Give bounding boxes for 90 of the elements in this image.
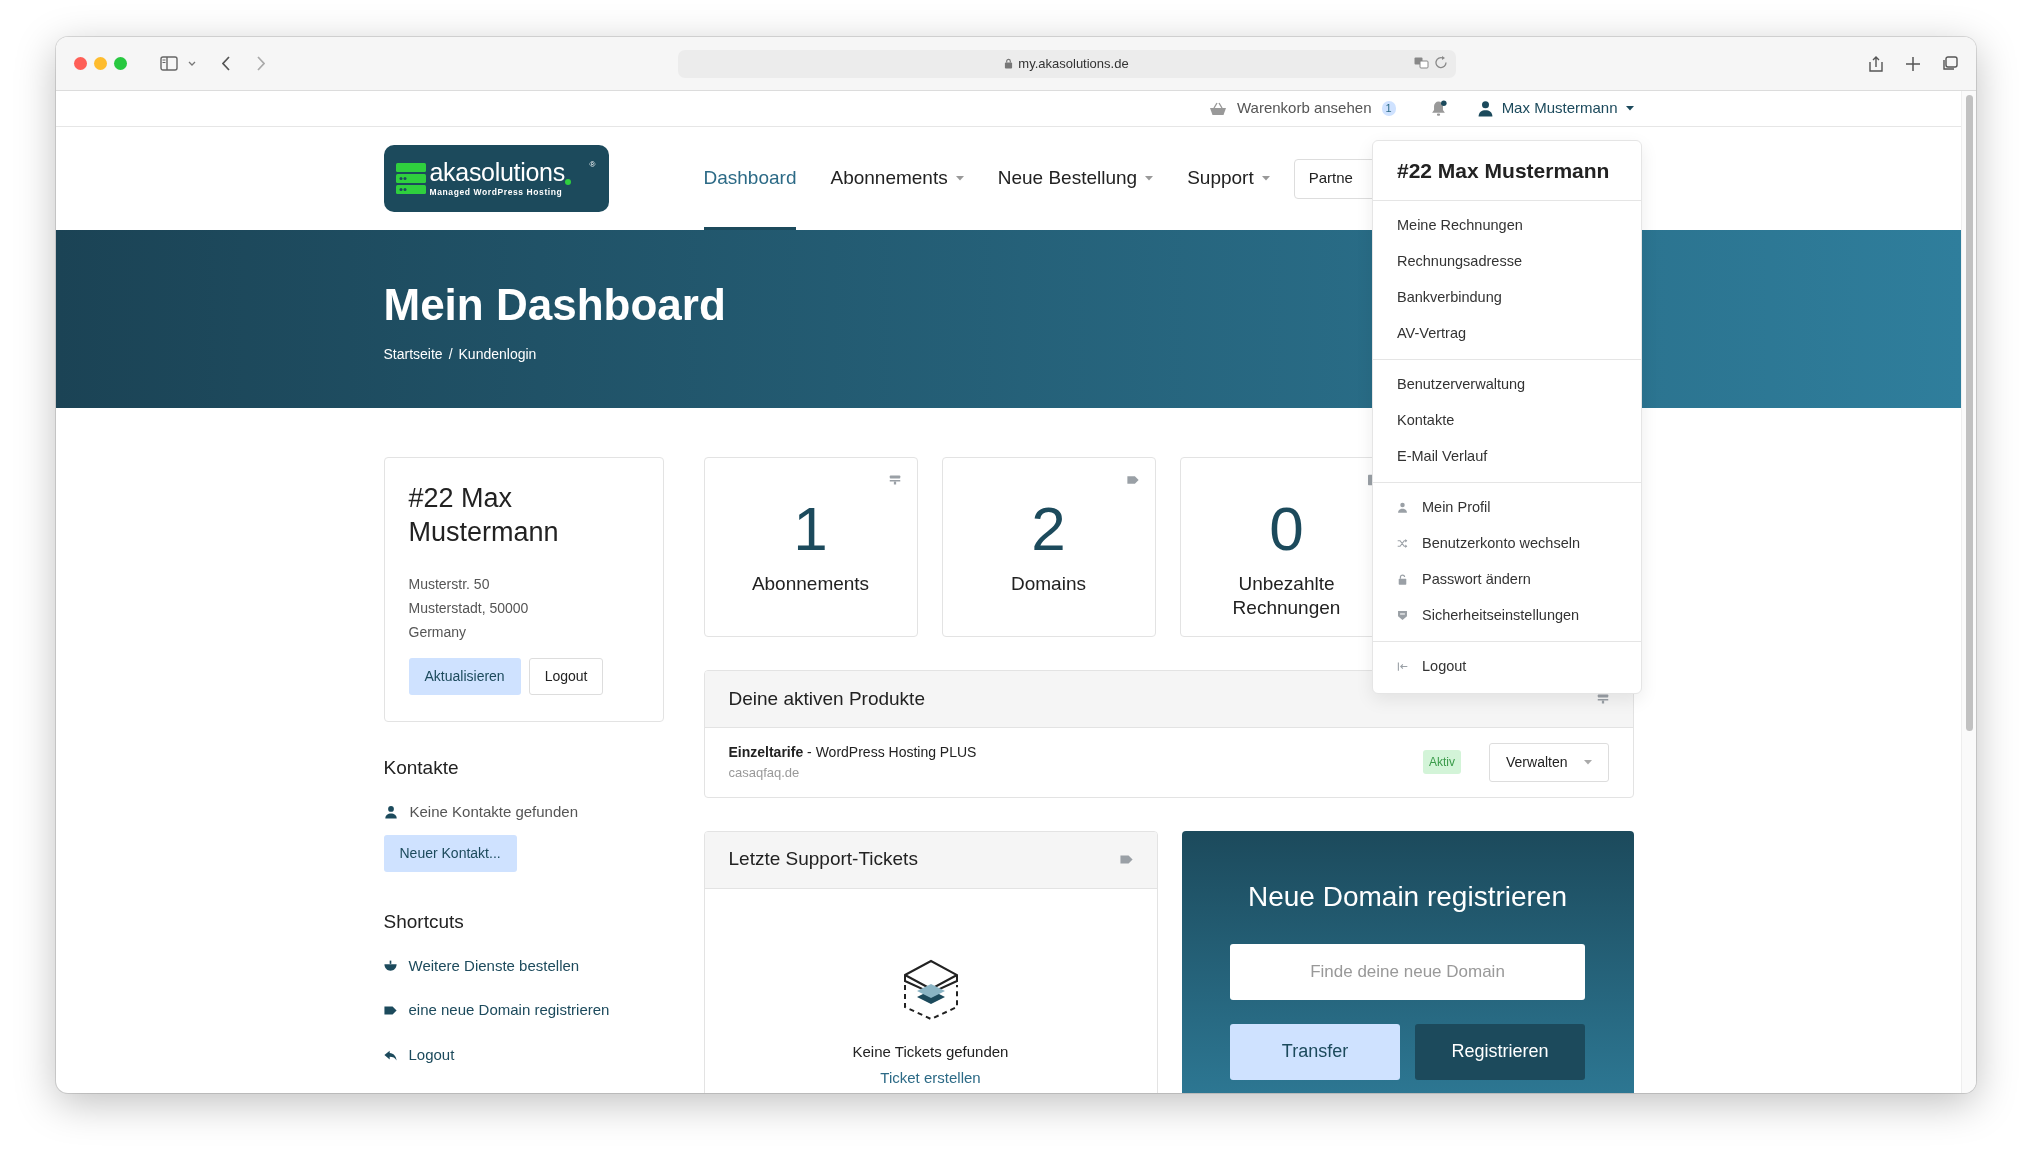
shortcut-link[interactable]: Weitere Dienste bestellen <box>383 954 580 977</box>
menu-item[interactable]: Benutzerverwaltung <box>1373 366 1641 403</box>
product-domain: casaqfaq.de <box>728 764 801 782</box>
server-icon <box>1596 693 1609 705</box>
logo-wordmark: akasolutions <box>429 160 565 186</box>
address-line: Musterstr. 50 <box>408 574 491 594</box>
stat-label: Domains <box>1010 572 1087 596</box>
back-icon[interactable] <box>222 56 230 71</box>
page-title: Mein Dashboard <box>383 281 726 330</box>
new-contact-button[interactable]: Neuer Kontakt... <box>383 835 517 872</box>
chevron-icon[interactable] <box>188 61 196 66</box>
address-bar[interactable]: my.akasolutions.de <box>677 49 1456 78</box>
basket-icon <box>1208 101 1227 116</box>
bell-icon[interactable] <box>1429 100 1447 117</box>
domain-title: Neue Domain registrieren <box>1247 879 1567 914</box>
breadcrumb-separator: / <box>448 344 453 364</box>
user-icon <box>1476 100 1494 117</box>
address-line: Germany <box>408 622 468 642</box>
breadcrumb-link[interactable]: Kundenlogin <box>458 343 537 365</box>
sidebar-icon[interactable] <box>160 55 178 72</box>
reload-icon[interactable] <box>1434 55 1448 69</box>
user-menu-toggle[interactable]: Max Mustermann <box>1476 97 1634 120</box>
shortcut-link[interactable]: Logout <box>383 1044 455 1067</box>
address-line: Musterstadt, 50000 <box>408 598 530 618</box>
tabs-overview-icon[interactable] <box>1942 56 1958 71</box>
menu-title: #22 Max Mustermann <box>1373 141 1641 201</box>
caret-icon <box>1583 759 1592 765</box>
lock-icon <box>1004 58 1014 69</box>
menu-item[interactable]: Meine Rechnungen <box>1373 207 1641 244</box>
shortcut-link[interactable]: eine neue Domain registrieren <box>383 999 610 1022</box>
user-icon <box>383 804 398 819</box>
user-icon <box>1397 502 1408 513</box>
stat-label: Unbezahlte Rechnungen <box>1231 572 1342 620</box>
caret-icon <box>1625 106 1634 111</box>
scrollbar[interactable] <box>1961 91 1976 1093</box>
stat-value: 1 <box>793 498 828 560</box>
dot-icon <box>564 179 571 186</box>
status-badge: Aktiv <box>1423 750 1461 775</box>
panel-title: Deine aktiven Produkte <box>728 686 925 711</box>
tag-icon <box>383 1004 397 1017</box>
empty-message: Keine Tickets gefunden <box>852 1041 1009 1062</box>
share-icon[interactable] <box>1868 55 1884 72</box>
domain-search-field[interactable]: Finde deine neue Domain <box>1230 943 1585 1000</box>
menu-item[interactable]: Bankverbindung <box>1373 279 1641 316</box>
cart-count: 1 <box>1381 101 1396 116</box>
nav-link[interactable]: Abonnements <box>830 127 964 230</box>
panel-title: Letzte Support-Tickets <box>728 847 918 872</box>
manage-button[interactable]: Verwalten <box>1489 742 1609 782</box>
update-button[interactable]: Aktualisieren <box>408 657 521 695</box>
url-text: my.akasolutions.de <box>1018 54 1129 73</box>
breadcrumb-link[interactable]: Startseite <box>383 343 443 365</box>
registered-mark: ® <box>589 159 596 171</box>
shuffle-icon <box>1397 538 1408 549</box>
menu-item[interactable]: Rechnungsadresse <box>1373 243 1641 280</box>
new-tab-icon[interactable] <box>1906 56 1920 71</box>
product-name: Einzeltarife - WordPress Hosting PLUS <box>728 743 977 762</box>
server-stack-icon <box>395 163 426 194</box>
server-icon <box>888 474 901 486</box>
section-heading: Shortcuts <box>383 910 465 934</box>
nav-link[interactable]: Neue Bestellung <box>997 127 1154 230</box>
stat-value: 0 <box>1269 498 1304 560</box>
section-heading: Kontakte <box>383 756 460 780</box>
shield-icon <box>1397 610 1408 621</box>
logo-tagline: Managed WordPress Hosting <box>429 188 564 197</box>
forward-icon[interactable] <box>257 56 265 71</box>
register-button[interactable]: Registrieren <box>1415 1023 1585 1080</box>
create-ticket-link[interactable]: Ticket erstellen <box>880 1067 981 1090</box>
menu-item[interactable]: Logout <box>1373 648 1641 685</box>
cart-link[interactable]: Warenkorb ansehen <box>1236 97 1372 120</box>
logout-icon <box>1397 661 1408 672</box>
menu-item[interactable]: Kontakte <box>1373 402 1641 439</box>
menu-item[interactable]: AV-Vertrag <box>1373 315 1641 352</box>
zoom-button[interactable] <box>114 57 127 70</box>
empty-message: Keine Kontakte gefunden <box>409 801 578 822</box>
stat-value: 2 <box>1031 498 1066 560</box>
bowl-icon <box>383 959 397 973</box>
padlock-icon <box>1397 574 1408 585</box>
stat-card[interactable]: 1 Abonnements <box>703 457 918 637</box>
stat-label: Abonnements <box>750 572 871 596</box>
reply-icon <box>383 1048 397 1062</box>
stat-card[interactable]: 2 Domains <box>941 457 1156 637</box>
tag-icon <box>1126 474 1139 486</box>
transfer-button[interactable]: Transfer <box>1230 1023 1400 1080</box>
logo-badge[interactable]: akasolutions Managed WordPress Hosting ® <box>383 145 609 212</box>
profile-name: #22 Max Mustermann <box>408 482 560 549</box>
translate-icon[interactable] <box>1413 55 1429 69</box>
tag-icon <box>1119 853 1133 866</box>
nav-link[interactable]: Support <box>1187 127 1270 230</box>
close-button[interactable] <box>74 57 87 70</box>
logout-button[interactable]: Logout <box>528 657 604 695</box>
